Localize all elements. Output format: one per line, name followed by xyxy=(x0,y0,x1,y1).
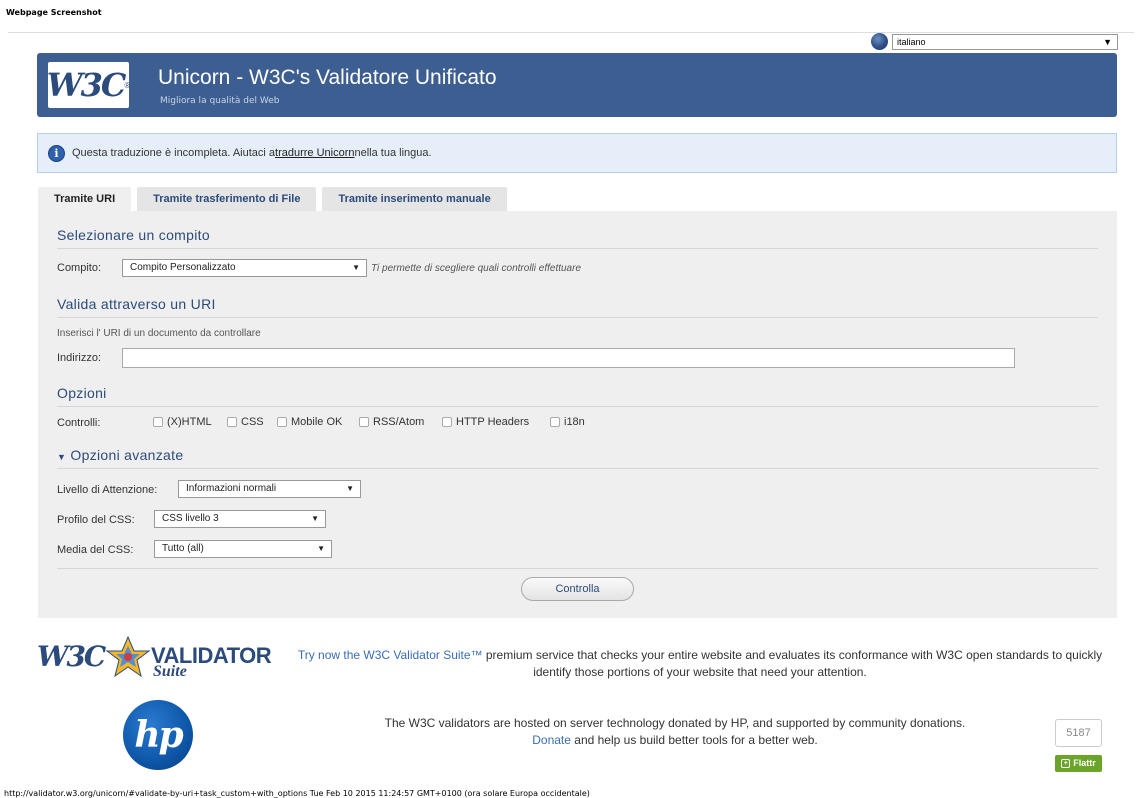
warning-level-value: Informazioni normali xyxy=(186,483,277,494)
checks-label: Controlli: xyxy=(57,417,101,429)
task-hint: Ti permette di scegliere quali controlli… xyxy=(371,263,582,274)
header-banner: W3C ® Unicorn - W3C's Validatore Unificat… xyxy=(37,53,1117,117)
uri-instruction: Inserisci l' URI di un documento da cont… xyxy=(57,328,261,339)
checkbox[interactable] xyxy=(359,417,369,427)
flattr-icon: + xyxy=(1061,759,1071,768)
chevron-down-icon: ▼ xyxy=(1103,36,1112,47)
notice-text-before: Questa traduzione è incompleta. Aiutaci … xyxy=(72,147,276,159)
flattr-button[interactable]: + Flattr xyxy=(1055,755,1102,772)
validator-suite-star-icon xyxy=(105,635,151,678)
check-label: Mobile OK xyxy=(291,416,343,428)
checkbox[interactable] xyxy=(442,417,452,427)
page-title: Unicorn - W3C's Validatore Unificato xyxy=(158,66,497,89)
notice-text-after: nella tua lingua. xyxy=(354,147,432,159)
advanced-options-toggle[interactable]: ▼ Opzioni avanzate xyxy=(57,447,183,463)
check-label: HTTP Headers xyxy=(456,416,530,428)
warning-level-select[interactable]: Informazioni normali ▼ xyxy=(178,480,361,498)
globe-icon xyxy=(871,33,888,50)
check-label: RSS/Atom xyxy=(373,416,425,428)
tab-by-file-upload[interactable]: Tramite trasferimento di File xyxy=(137,187,317,211)
css-media-select[interactable]: Tutto (all) ▼ xyxy=(154,540,332,558)
language-select[interactable]: italiano ▼ xyxy=(892,33,1118,50)
info-icon: i xyxy=(48,144,65,162)
css-media-label: Media del CSS: xyxy=(57,544,134,556)
chevron-down-icon: ▼ xyxy=(311,514,319,523)
w3c-logo[interactable]: W3C ® xyxy=(46,62,131,108)
check-i18n[interactable]: i18n xyxy=(550,416,585,428)
check-http-headers[interactable]: HTTP Headers xyxy=(442,416,529,428)
hp-logo-text: hp xyxy=(134,714,183,756)
promo-text: premium service that checks your entire … xyxy=(482,648,1103,679)
donate-link[interactable]: Donate xyxy=(532,733,571,747)
w3c-registered-mark: ® xyxy=(124,80,131,90)
css-profile-label: Profilo del CSS: xyxy=(57,514,135,526)
chevron-down-icon: ▼ xyxy=(352,263,360,272)
validator-suite-logo[interactable]: W3C VALIDATOR Suite xyxy=(37,632,272,688)
tab-by-uri[interactable]: Tramite URI xyxy=(38,187,132,211)
hosting-text: The W3C validators are hosted on server … xyxy=(384,716,966,730)
uri-input[interactable] xyxy=(122,348,1015,368)
chevron-down-icon: ▼ xyxy=(346,484,354,493)
options-heading: Opzioni xyxy=(57,385,107,401)
checkbox[interactable] xyxy=(277,417,287,427)
uri-label: Indirizzo: xyxy=(57,352,102,364)
tab-panel: Selezionare un compito Compito: Compito … xyxy=(38,211,1117,618)
check-rss-atom[interactable]: RSS/Atom xyxy=(359,416,424,428)
css-profile-select[interactable]: CSS livello 3 ▼ xyxy=(154,510,326,528)
advanced-heading: Opzioni avanzate xyxy=(70,447,184,463)
checkbox[interactable] xyxy=(227,417,237,427)
task-heading: Selezionare un compito xyxy=(57,227,210,243)
validator-suite-link[interactable]: Try now the W3C Validator Suite™ xyxy=(298,648,483,662)
validator-suite-promo: Try now the W3C Validator Suite™ premium… xyxy=(290,647,1110,681)
task-select-value: Compito Personalizzato xyxy=(130,262,236,273)
check-xhtml[interactable]: (X)HTML xyxy=(153,416,212,428)
translation-notice: i Questa traduzione è incompleta. Aiutac… xyxy=(37,133,1117,173)
status-bar: http://validator.w3.org/unicorn/#validat… xyxy=(4,789,590,798)
tab-by-direct-input[interactable]: Tramite inserimento manuale xyxy=(322,187,507,211)
validation-tabs: Tramite URI Tramite trasferimento di Fil… xyxy=(38,187,513,211)
divider xyxy=(57,317,1098,318)
screenshot-caption: Webpage Screenshot xyxy=(6,8,102,17)
warning-label: Livello di Attenzione: xyxy=(57,484,158,496)
check-label: CSS xyxy=(241,416,264,428)
check-label: i18n xyxy=(564,416,585,428)
divider xyxy=(57,406,1098,407)
flattr-count: 5187 xyxy=(1055,719,1102,747)
divider xyxy=(57,248,1098,249)
css-media-value: Tutto (all) xyxy=(162,543,204,554)
uri-heading: Valida attraverso un URI xyxy=(57,296,216,312)
css-profile-value: CSS livello 3 xyxy=(162,513,219,524)
donate-text: and help us build better tools for a bet… xyxy=(570,733,818,747)
page-subtitle: Migliora la qualità del Web xyxy=(160,96,280,106)
task-label: Compito: xyxy=(57,262,102,274)
hosting-notice: The W3C validators are hosted on server … xyxy=(290,715,1060,749)
language-switcher[interactable]: italiano ▼ xyxy=(871,33,1118,50)
check-css[interactable]: CSS xyxy=(227,416,264,428)
divider xyxy=(57,468,1098,469)
vs-subtitle: Suite xyxy=(153,663,187,680)
check-label: (X)HTML xyxy=(167,416,212,428)
translate-link[interactable]: tradurre Unicorn xyxy=(275,147,354,159)
checkbox[interactable] xyxy=(153,417,163,427)
hp-logo[interactable]: hp xyxy=(123,700,193,770)
task-select[interactable]: Compito Personalizzato ▼ xyxy=(122,259,367,277)
checkbox[interactable] xyxy=(550,417,560,427)
divider xyxy=(57,568,1098,569)
chevron-down-icon: ▼ xyxy=(317,544,325,553)
vs-w3c-text: W3C xyxy=(37,640,106,673)
caret-down-icon: ▼ xyxy=(57,452,67,462)
check-button[interactable]: Controlla xyxy=(521,577,634,601)
flattr-label: Flattr xyxy=(1073,758,1096,768)
check-mobile-ok[interactable]: Mobile OK xyxy=(277,416,342,428)
w3c-logo-text: W3C xyxy=(46,66,127,104)
language-select-value: italiano xyxy=(897,36,926,47)
